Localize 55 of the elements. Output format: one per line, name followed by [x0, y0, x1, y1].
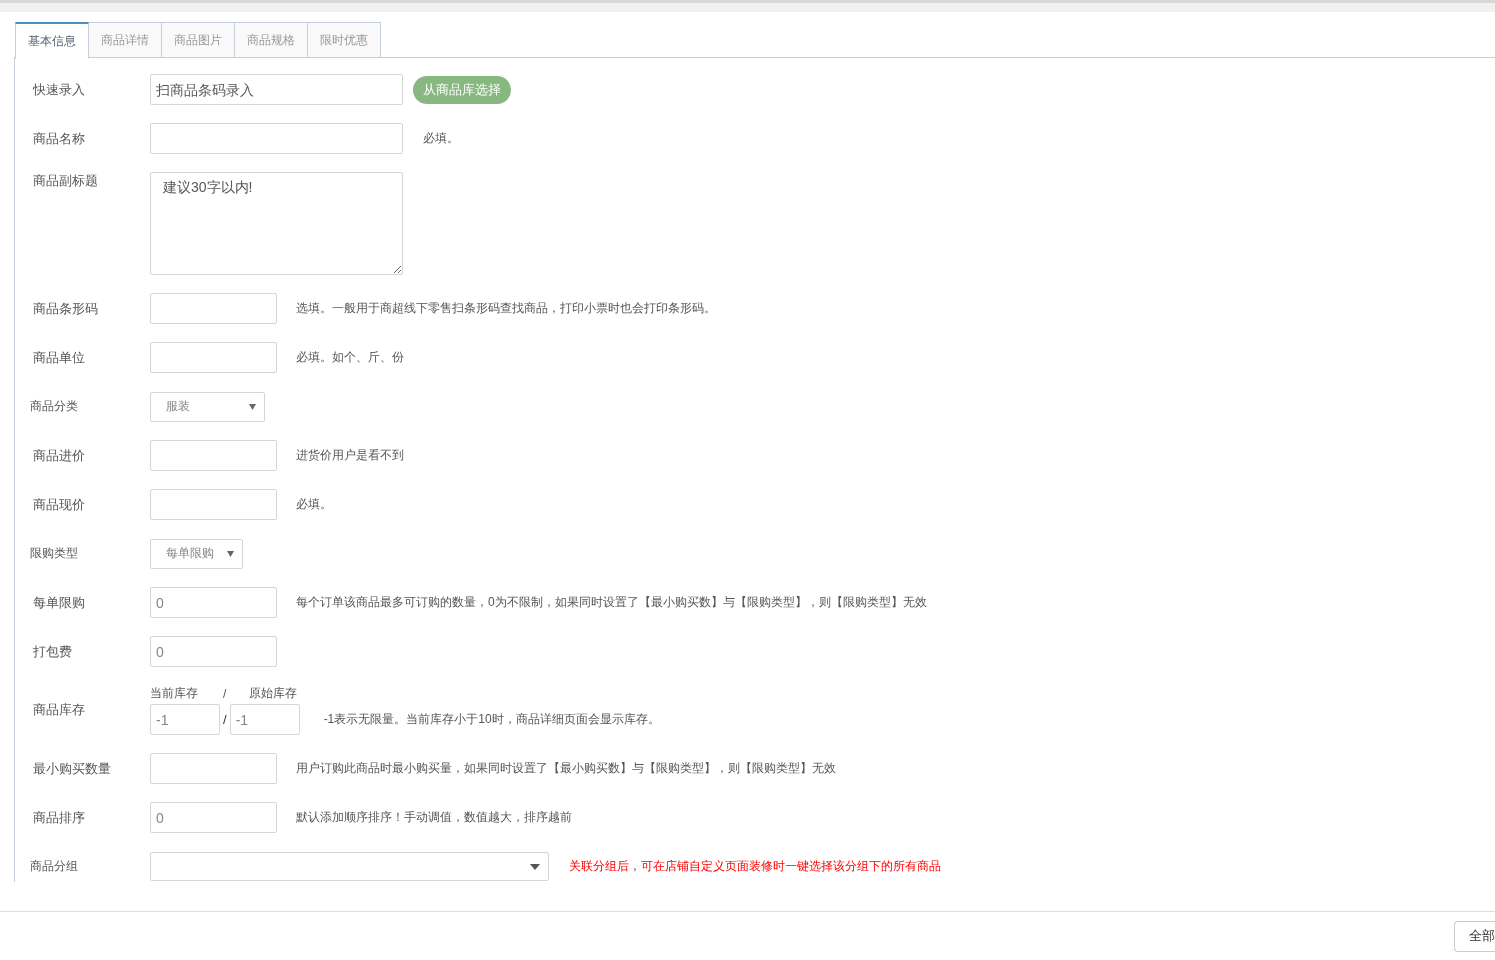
text-field[interactable]: -1	[229, 704, 300, 735]
field-label: 打包费	[33, 642, 73, 661]
hint-text: 进货价用户是看不到	[296, 447, 404, 464]
field-label: 商品单位	[33, 348, 86, 367]
tab[interactable]: 基本信息	[15, 22, 89, 59]
tab[interactable]: 商品图片	[162, 22, 235, 58]
text-field[interactable]	[150, 489, 277, 520]
hint-text: 必填。	[296, 496, 332, 513]
text-field[interactable]	[150, 440, 277, 471]
dropdown[interactable]: 服装	[150, 391, 265, 422]
text-area[interactable]: 建议30字以内!	[150, 172, 403, 275]
text-field[interactable]	[150, 342, 277, 373]
text-field[interactable]: 0	[150, 802, 277, 833]
field-label: 商品分类	[30, 398, 79, 415]
separator-text: /	[223, 686, 228, 701]
text-field[interactable]	[150, 753, 277, 784]
hint-text: 用户订购此商品时最小购买量，如果同时设置了【最小购买数】与【限购类型】，则【限购类型】无效	[296, 760, 836, 777]
column-label: 当前库存	[150, 685, 199, 702]
field-label: 商品现价	[33, 495, 86, 514]
hint-text: -1表示无限量。当前库存小于10时，商品详细页面会显示库存。	[323, 711, 660, 728]
field-label: 每单限购	[33, 593, 86, 612]
field-label: 商品库存	[33, 701, 86, 719]
text-field[interactable]: -1	[150, 704, 220, 735]
field-label: 商品副标题	[33, 172, 99, 190]
text-field[interactable]: 扫商品条码录入	[150, 74, 403, 105]
tab[interactable]: 限时优惠	[308, 22, 381, 58]
field-label: 商品名称	[33, 129, 86, 148]
caret-icon	[530, 863, 540, 870]
hint-text: 必填。如个、斤、份	[296, 349, 404, 366]
field-label: 快速录入	[33, 80, 86, 99]
field-label: 商品进价	[33, 446, 86, 465]
library-button[interactable]: 从商品库选择	[413, 75, 511, 104]
column-label: 原始库存	[249, 685, 297, 702]
dropdown[interactable]: 每单限购	[150, 538, 243, 569]
text-field[interactable]: 0	[150, 587, 277, 618]
footer-button[interactable]: 全部	[1454, 920, 1495, 952]
hint-text: 必填。	[423, 130, 459, 147]
field-label: 商品分组	[30, 858, 79, 875]
field-label: 限购类型	[30, 545, 79, 562]
text-field[interactable]	[150, 293, 277, 324]
field-label: 最小购买数量	[33, 759, 112, 778]
field-label: 商品排序	[33, 808, 86, 827]
field-label: 商品条形码	[33, 299, 99, 318]
warning-text: 关联分组后，可在店铺自定义页面装修时一键选择该分组下的所有商品	[569, 858, 941, 875]
tab[interactable]: 商品规格	[235, 22, 308, 58]
text-field[interactable]: 0	[150, 636, 277, 667]
caret-icon	[227, 550, 234, 557]
dropdown[interactable]	[150, 852, 549, 881]
separator-text: /	[223, 712, 227, 727]
caret-icon	[249, 403, 256, 410]
hint-text: 每个订单该商品最多可订购的数量，0为不限制，如果同时设置了【最小购买数】与【限购类型】，则【限购类型】无效	[296, 594, 927, 611]
tab[interactable]: 商品详情	[89, 22, 162, 58]
hint-text: 选填。一般用于商超线下零售扫条形码查找商品，打印小票时也会打印条形码。	[296, 300, 716, 317]
text-field[interactable]	[150, 123, 403, 154]
hint-text: 默认添加顺序排序！手动调值，数值越大，排序越前	[296, 809, 572, 826]
